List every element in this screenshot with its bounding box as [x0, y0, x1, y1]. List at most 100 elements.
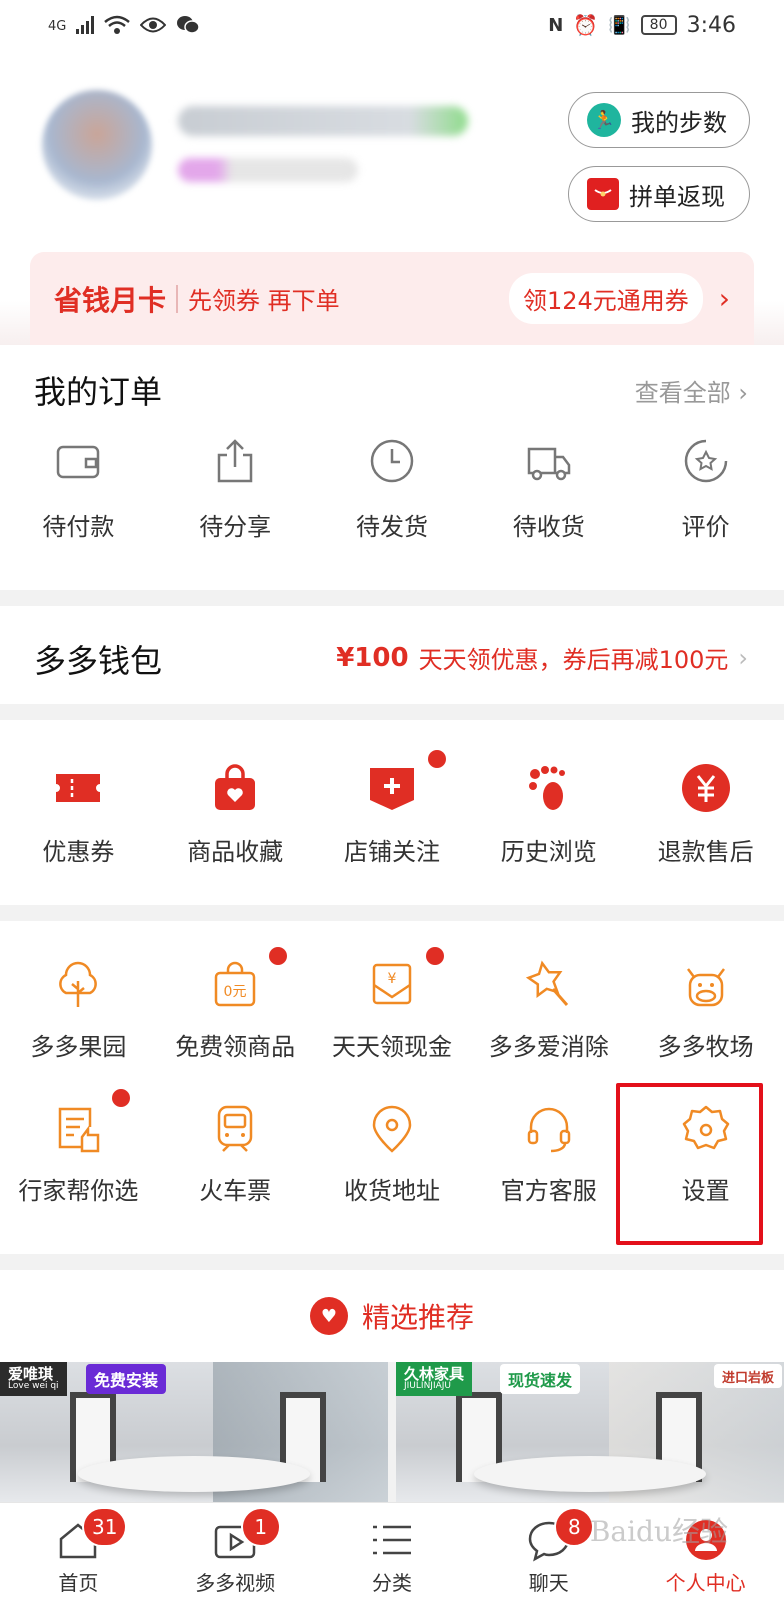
tab-categories[interactable]: 分类 — [314, 1503, 471, 1600]
claim-coupon-button[interactable]: 领124元通用券 — [508, 273, 703, 324]
order-pending-payment[interactable]: 待付款 — [0, 437, 157, 542]
free-bag-icon: 0元 — [209, 947, 288, 1011]
chevron-right-icon: › — [718, 282, 730, 315]
savings-monthly-card[interactable]: 省钱月卡 先领券 再下单 领124元通用券 › — [30, 252, 754, 345]
tool-daily-cash[interactable]: ¥ 天天领现金 — [314, 947, 471, 1062]
order-pending-receipt[interactable]: 待收货 — [470, 437, 627, 542]
notification-dot — [269, 947, 288, 965]
duoduo-wallet-section[interactable]: 多多钱包 ¥100 天天领优惠，券后再减100元 › — [0, 606, 784, 704]
footprint-icon — [523, 762, 575, 814]
notification-dot — [427, 750, 446, 768]
card-title: 省钱月卡 — [54, 283, 167, 317]
wifi-icon — [104, 15, 131, 34]
clock-icon — [368, 437, 416, 485]
coupon-icon — [52, 762, 104, 814]
tool-free-goods[interactable]: 0元 免费领商品 — [157, 947, 314, 1062]
order-label: 待分享 — [199, 513, 272, 541]
star-wand-icon — [523, 959, 575, 1011]
wallet-amount: ¥100 — [336, 642, 409, 673]
tool-label: 多多果园 — [30, 1033, 127, 1061]
order-label: 待付款 — [42, 513, 115, 541]
battery-icon: 80 — [640, 15, 677, 35]
corner-tag: 进口岩板 — [713, 1364, 782, 1388]
my-steps-button[interactable]: 🏃 我的步数 — [568, 92, 750, 148]
service-label: 优惠券 — [42, 838, 115, 866]
video-badge: 1 — [240, 1507, 281, 1547]
product-image — [473, 1456, 707, 1492]
free-bag-icon-text: 0元 — [224, 984, 247, 1000]
tab-video[interactable]: 1 多多视频 — [157, 1503, 314, 1600]
product-image — [77, 1456, 311, 1492]
tab-label: 分类 — [371, 1571, 412, 1595]
notification-dot — [112, 1089, 131, 1107]
wallet-icon — [54, 437, 102, 485]
wallet-title: 多多钱包 — [34, 642, 163, 680]
tool-shipping-address[interactable]: 收货地址 — [314, 1103, 471, 1206]
store-plus-icon — [366, 750, 446, 814]
notification-dot — [425, 947, 444, 965]
truck-icon — [525, 437, 573, 485]
wechat-icon — [177, 16, 201, 34]
nfc-icon: N — [548, 14, 564, 36]
signal-icon — [76, 16, 95, 34]
service-favorites[interactable]: 商品收藏 — [157, 762, 314, 867]
order-pending-share[interactable]: 待分享 — [157, 437, 314, 542]
brand-tag: 久林家具 JIULINJIAJU — [396, 1362, 473, 1396]
tab-label: 多多视频 — [195, 1571, 276, 1595]
services-section: 优惠券 商品收藏 店铺关注 历史浏览 退款售后 — [0, 720, 784, 905]
avatar[interactable] — [42, 90, 152, 200]
user-subinfo-blurred — [178, 158, 358, 182]
brand-sub: Love wei qi — [8, 1381, 59, 1391]
tool-label: 免费领商品 — [175, 1033, 296, 1061]
service-refunds[interactable]: 退款售后 — [627, 762, 784, 867]
cash-envelope-icon: ¥ — [366, 947, 444, 1011]
tool-customer-service[interactable]: 官方客服 — [470, 1103, 627, 1206]
settings-highlight-box — [616, 1083, 763, 1245]
order-label: 待收货 — [512, 513, 585, 541]
red-packet-icon — [587, 178, 619, 210]
alarm-icon: ⏰ — [573, 13, 599, 37]
my-orders-title: 我的订单 — [34, 373, 163, 411]
profile-header: 🏃 我的步数 拼单返现 省钱月卡 先领券 再下单 领124元通用券 › — [0, 50, 784, 345]
service-followed-stores[interactable]: 店铺关注 — [314, 750, 471, 867]
share-icon — [211, 437, 259, 485]
bag-heart-icon — [209, 762, 261, 814]
heart-icon: ♥ — [309, 1297, 348, 1335]
tool-label: 火车票 — [199, 1177, 272, 1205]
tool-expert-picks[interactable]: 行家帮你选 — [0, 1089, 157, 1206]
service-coupons[interactable]: 优惠券 — [0, 762, 157, 867]
tab-label: 个人中心 — [665, 1571, 746, 1595]
vibrate-icon: 📳 — [608, 14, 631, 36]
brand-tag: 爱唯琪 Love wei qi — [0, 1362, 67, 1396]
promo-tag: 免费安装 — [86, 1364, 167, 1394]
wallet-promo[interactable]: ¥100 天天领优惠，券后再减100元 › — [336, 640, 748, 675]
my-steps-label: 我的步数 — [631, 108, 727, 137]
clock-time: 3:46 — [686, 12, 736, 38]
cow-icon — [680, 959, 732, 1011]
group-cashback-label: 拼单返现 — [629, 182, 725, 211]
chat-badge: 8 — [554, 1507, 595, 1547]
tool-match-game[interactable]: 多多爱消除 — [470, 959, 627, 1062]
tool-ranch[interactable]: 多多牧场 — [627, 959, 784, 1062]
watermark: Baidu经验 — [589, 1515, 728, 1548]
tool-label: 多多牧场 — [657, 1033, 754, 1061]
order-pending-shipment[interactable]: 待发货 — [314, 437, 471, 542]
tool-orchard[interactable]: 多多果园 — [0, 959, 157, 1062]
order-review[interactable]: 评价 — [627, 437, 784, 542]
tab-home[interactable]: 31 首页 — [0, 1503, 157, 1600]
cash-envelope-icon-text: ¥ — [388, 971, 397, 987]
product-card[interactable]: 久林家具 JIULINJIAJU 现货速发 进口岩板 — [396, 1362, 784, 1502]
product-card[interactable]: 爱唯琪 Love wei qi 免费安装 — [0, 1362, 388, 1502]
group-cashback-button[interactable]: 拼单返现 — [568, 166, 750, 222]
running-icon: 🏃 — [587, 103, 621, 137]
view-all-orders-link[interactable]: 查看全部 › — [635, 373, 748, 408]
status-bar: 4G N ⏰ 📳 80 3:46 — [0, 0, 784, 50]
brand-name: 爱唯琪 — [8, 1365, 54, 1383]
tool-label: 多多爱消除 — [488, 1033, 609, 1061]
thumb-doc-icon — [52, 1089, 131, 1155]
recommendations-title: 精选推荐 — [361, 1301, 474, 1334]
tool-train-tickets[interactable]: 火车票 — [157, 1103, 314, 1206]
network-type: 4G — [48, 19, 67, 34]
service-history[interactable]: 历史浏览 — [470, 762, 627, 867]
eye-icon — [140, 17, 167, 33]
